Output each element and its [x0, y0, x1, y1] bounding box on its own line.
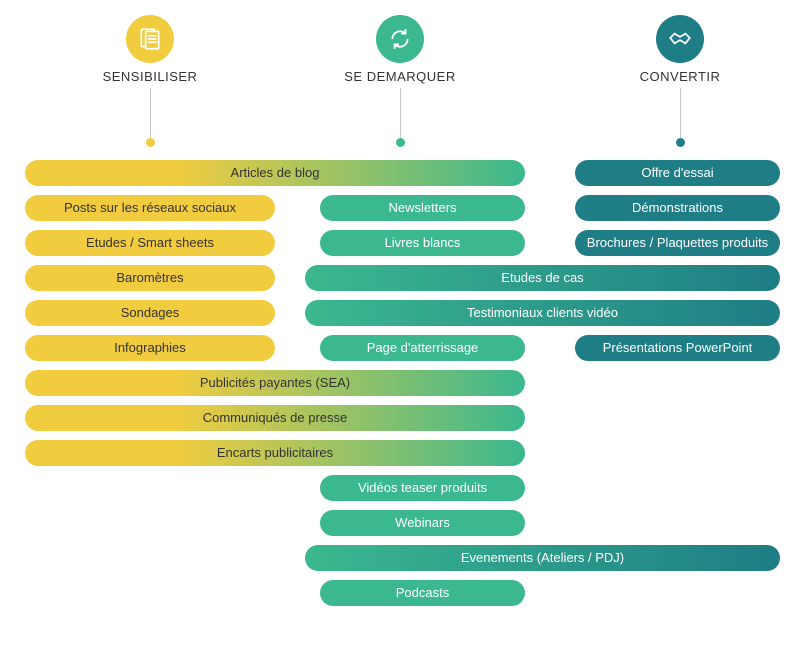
documents-icon	[126, 15, 174, 63]
pill-posts-reseaux: Posts sur les réseaux sociaux	[25, 195, 275, 221]
pill-videos-teaser: Vidéos teaser produits	[320, 475, 525, 501]
pill-articles-de-blog: Articles de blog	[25, 160, 525, 186]
pill-page-atterrissage: Page d'atterrissage	[320, 335, 525, 361]
pill-barometres: Baromètres	[25, 265, 275, 291]
pill-sondages: Sondages	[25, 300, 275, 326]
connector-line	[400, 88, 401, 143]
pill-podcasts: Podcasts	[320, 580, 525, 606]
handshake-icon	[656, 15, 704, 63]
diagram-stage: SENSIBILISER SE DEMARQUER CONVERTIR Arti…	[0, 0, 800, 653]
pill-presentations-ppt: Présentations PowerPoint	[575, 335, 780, 361]
pill-evenements: Evenements (Ateliers / PDJ)	[305, 545, 780, 571]
pill-etudes-de-cas: Etudes de cas	[305, 265, 780, 291]
pill-newsletters: Newsletters	[320, 195, 525, 221]
column-label: CONVERTIR	[620, 69, 740, 84]
column-label: SENSIBILISER	[90, 69, 210, 84]
pill-offre-essai: Offre d'essai	[575, 160, 780, 186]
connector-line	[150, 88, 151, 143]
pill-brochures: Brochures / Plaquettes produits	[575, 230, 780, 256]
pill-webinars: Webinars	[320, 510, 525, 536]
column-header-convertir: CONVERTIR	[620, 15, 740, 84]
pill-infographies: Infographies	[25, 335, 275, 361]
column-label: SE DEMARQUER	[340, 69, 460, 84]
pill-encarts: Encarts publicitaires	[25, 440, 525, 466]
pill-pub-payantes: Publicités payantes (SEA)	[25, 370, 525, 396]
column-header-se-demarquer: SE DEMARQUER	[340, 15, 460, 84]
pill-testimoniaux: Testimoniaux clients vidéo	[305, 300, 780, 326]
pill-communiques: Communiqués de presse	[25, 405, 525, 431]
pill-etudes-smart: Etudes / Smart sheets	[25, 230, 275, 256]
connector-line	[680, 88, 681, 143]
pill-demonstrations: Démonstrations	[575, 195, 780, 221]
pill-livres-blancs: Livres blancs	[320, 230, 525, 256]
column-header-sensibiliser: SENSIBILISER	[90, 15, 210, 84]
refresh-arrows-icon	[376, 15, 424, 63]
